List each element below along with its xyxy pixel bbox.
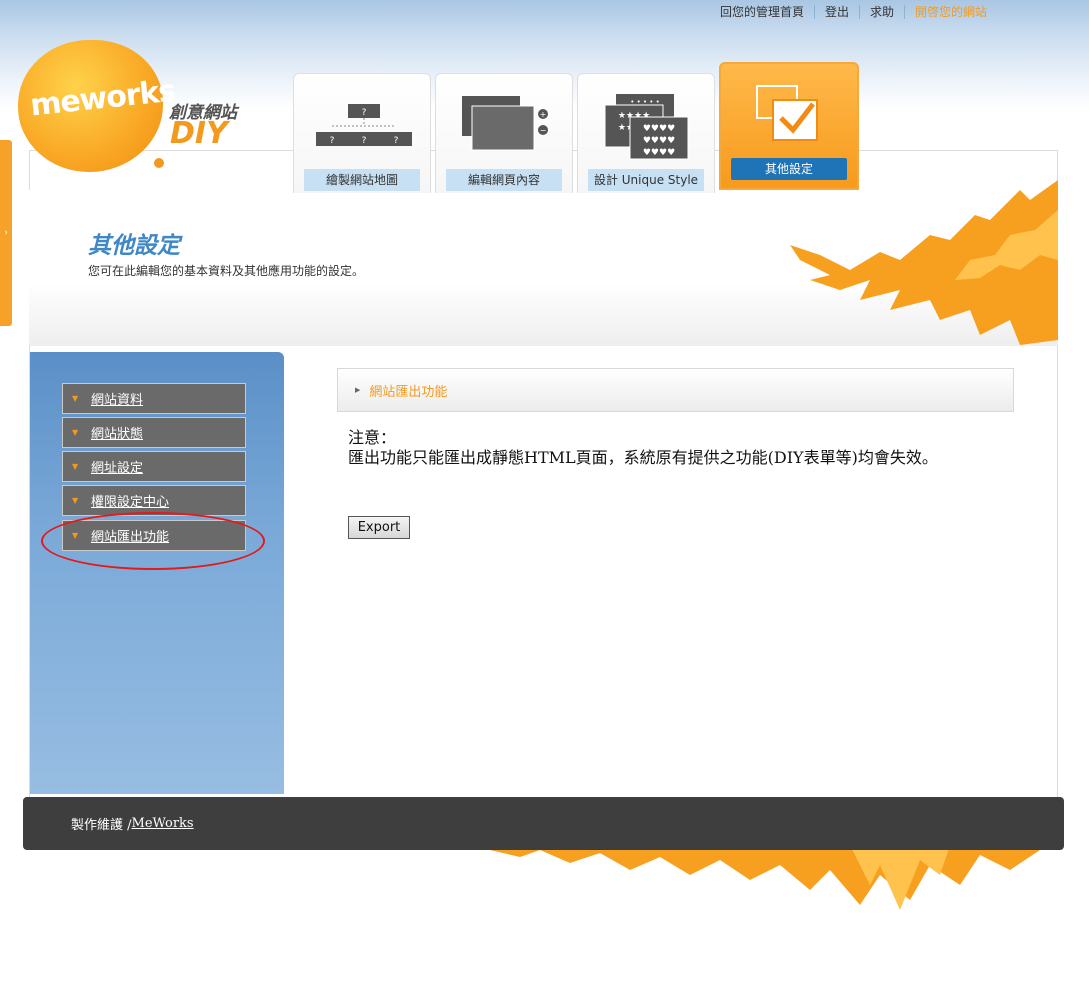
svg-text:♥♥♥♥: ♥♥♥♥ [643, 136, 675, 146]
svg-text:+: + [540, 110, 547, 119]
orange-splash-decoration [480, 845, 1050, 910]
tab-label: 繪製網站地圖 [304, 169, 420, 191]
footer: 製作維護 / MeWorks [23, 797, 1064, 850]
sidebar-item-site-status[interactable]: ▼ 網站狀態 [62, 417, 246, 448]
triangle-right-icon: ▶ [355, 386, 361, 394]
sidebar-item-label: 網站狀態 [91, 427, 144, 442]
page-description: 您可在此編輯您的基本資料及其他應用功能的設定。 [88, 264, 365, 278]
svg-text:?: ? [362, 136, 367, 146]
red-highlight-circle [41, 512, 265, 570]
tab-label: 編輯網頁內容 [446, 169, 562, 191]
caret-down-icon: ▼ [72, 428, 79, 437]
side-expand-tab[interactable]: › [0, 140, 12, 326]
export-notice: 注意： 匯出功能只能匯出成靜態HTML頁面，系統原有提供之功能(DIY表單等)均… [348, 428, 968, 468]
notice-body: 匯出功能只能匯出成靜態HTML頁面，系統原有提供之功能(DIY表單等)均會失效。 [348, 448, 938, 467]
tab-edit-content[interactable]: + − 編輯網頁內容 [435, 73, 573, 193]
sidebar-item-url-settings[interactable]: ▼ 網址設定 [62, 451, 246, 482]
style-icon: • • • • • ★★★★ ★★★★ ♥♥♥♥ ♥♥♥♥ ♥♥♥♥ [604, 94, 689, 160]
checkbox-icon [756, 85, 818, 141]
sidebar-item-label: 權限設定中心 [91, 495, 170, 510]
logo-diy: DIY [170, 116, 228, 151]
page-title: 其他設定 [88, 233, 180, 259]
tab-unique-style[interactable]: • • • • • ★★★★ ★★★★ ♥♥♥♥ ♥♥♥♥ ♥♥♥♥ 設計 Un… [577, 73, 715, 193]
section-header: ▶ 網站匯出功能 [337, 368, 1014, 412]
svg-text:−: − [540, 126, 547, 135]
tab-label: 其他設定 [731, 158, 847, 180]
svg-text:?: ? [330, 136, 335, 146]
export-button[interactable]: Export [348, 516, 410, 539]
section-title: 網站匯出功能 [369, 384, 448, 400]
sidebar-item-label: 網址設定 [91, 461, 144, 476]
notice-heading: 注意： [348, 428, 397, 447]
svg-text:?: ? [362, 108, 367, 118]
caret-down-icon: ▼ [72, 462, 79, 471]
tab-other-settings[interactable]: 其他設定 [719, 62, 859, 190]
top-navigation: 回您的管理首頁 登出 求助 開啓您的網站 [710, 4, 997, 20]
nav-admin-home-link[interactable]: 回您的管理首頁 [710, 4, 814, 20]
svg-text:♥♥♥♥: ♥♥♥♥ [643, 124, 675, 134]
sidebar-item-label: 網站資料 [91, 393, 144, 408]
sitemap-icon: ? ? ? ? [316, 104, 412, 146]
tab-sitemap[interactable]: ? ? ? ? 繪製網站地圖 [293, 73, 431, 193]
sidebar-item-site-info[interactable]: ▼ 網站資料 [62, 383, 246, 414]
svg-text:?: ? [394, 136, 399, 146]
svg-text:♥♥♥♥: ♥♥♥♥ [643, 148, 675, 158]
footer-credit: 製作維護 / [71, 818, 132, 833]
nav-help-link[interactable]: 求助 [860, 4, 904, 20]
caret-down-icon: ▼ [72, 394, 79, 403]
pages-icon: + − [462, 96, 548, 151]
caret-down-icon: ▼ [72, 496, 79, 505]
tab-label: 設計 Unique Style [588, 169, 704, 191]
footer-meworks-link[interactable]: MeWorks [132, 816, 194, 831]
chevron-right-icon: › [4, 228, 8, 238]
nav-open-site-link[interactable]: 開啓您的網站 [905, 4, 997, 20]
nav-logout-link[interactable]: 登出 [815, 4, 859, 20]
logo-dot [154, 158, 164, 168]
